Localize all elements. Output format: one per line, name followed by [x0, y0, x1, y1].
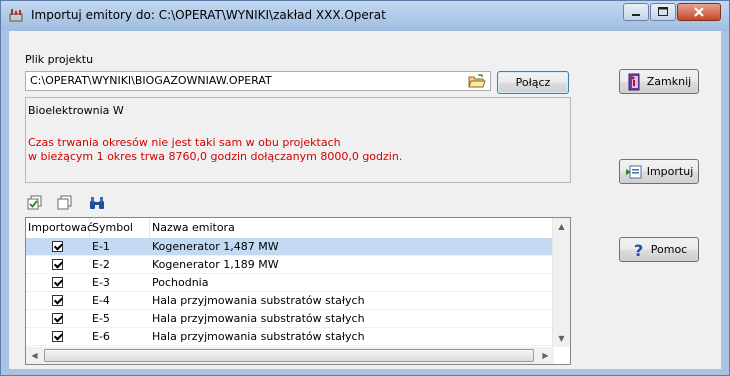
symbol-cell: E-4	[92, 294, 110, 307]
svg-text:?: ?	[634, 241, 643, 259]
horizontal-scroll-thumb[interactable]	[44, 349, 534, 362]
deselect-all-icon[interactable]	[57, 195, 73, 211]
scroll-left-arrow-icon[interactable]: ◀	[26, 347, 43, 364]
symbol-cell: E-5	[92, 312, 110, 325]
project-file-label: Plik projektu	[25, 53, 94, 66]
window-title: Importuj emitory do: C:\OPERAT\WYNIKI\za…	[31, 8, 386, 22]
symbol-cell: E-6	[92, 330, 110, 343]
scroll-down-arrow-icon[interactable]: ▼	[553, 330, 570, 347]
maximize-icon	[658, 7, 668, 16]
column-header-symbol[interactable]: Symbol	[90, 218, 150, 238]
import-checkbox[interactable]	[52, 331, 63, 342]
close-dialog-label: Zamknij	[646, 75, 692, 88]
table-row[interactable]: E-5 Hala przyjmowania substratów stałych	[26, 310, 554, 328]
import-icon	[625, 165, 642, 178]
warning-line-1: Czas trwania okresów nie jest taki sam w…	[28, 136, 341, 149]
symbol-cell: E-2	[92, 258, 110, 271]
name-cell: Kogenerator 1,487 MW	[152, 240, 279, 253]
import-checkbox[interactable]	[52, 277, 63, 288]
close-window-button[interactable]	[677, 3, 721, 21]
scroll-right-arrow-icon[interactable]: ▶	[537, 347, 554, 364]
help-button-label: Pomoc	[650, 243, 688, 256]
minimize-button[interactable]	[623, 3, 649, 21]
dialog-body: Plik projektu C:\OPERAT\WYNIKI\BIOGAZOWN…	[9, 31, 721, 369]
symbol-cell: E-3	[92, 276, 110, 289]
browse-folder-button[interactable]	[467, 73, 487, 89]
help-button[interactable]: ? Pomoc	[619, 237, 699, 262]
table-row[interactable]: E-2 Kogenerator 1,189 MW	[26, 256, 554, 274]
select-all-icon[interactable]	[27, 195, 43, 211]
connect-button[interactable]: Połącz	[497, 71, 569, 94]
import-checkbox[interactable]	[52, 259, 63, 270]
name-cell: Kogenerator 1,189 MW	[152, 258, 279, 271]
app-icon	[9, 9, 23, 22]
import-checkbox[interactable]	[52, 241, 63, 252]
symbol-cell: E-1	[92, 240, 110, 253]
horizontal-scrollbar[interactable]: ◀ ▶	[26, 347, 554, 364]
name-cell: Hala przyjmowania substratów stałych	[152, 312, 365, 325]
title-bar[interactable]: Importuj emitory do: C:\OPERAT\WYNIKI\za…	[1, 1, 729, 31]
table-row[interactable]: E-4 Hala przyjmowania substratów stałych	[26, 292, 554, 310]
vertical-scrollbar[interactable]: ▲ ▼	[552, 218, 570, 347]
import-checkbox[interactable]	[52, 295, 63, 306]
minimize-icon	[632, 14, 640, 16]
table-row[interactable]: E-1 Kogenerator 1,487 MW	[26, 238, 554, 256]
import-button[interactable]: Importuj	[619, 159, 699, 184]
info-panel: Bioelektrownia W Czas trwania okresów ni…	[25, 97, 571, 183]
table-row[interactable]: E-6 Hala przyjmowania substratów stałych	[26, 328, 554, 346]
project-name-text: Bioelektrownia W	[28, 104, 124, 117]
scroll-up-arrow-icon[interactable]: ▲	[553, 218, 570, 235]
help-question-icon: ?	[634, 241, 643, 259]
name-cell: Hala przyjmowania substratów stałych	[152, 294, 365, 307]
open-folder-icon	[468, 74, 486, 88]
name-cell: Hala przyjmowania substratów stałych	[152, 330, 365, 343]
warning-line-2: w bieżącym 1 okres trwa 8760,0 godzin do…	[28, 150, 403, 163]
column-header-import[interactable]: Importować	[26, 218, 93, 238]
import-button-label: Importuj	[646, 165, 694, 178]
close-dialog-button[interactable]: Zamknij	[619, 69, 699, 94]
project-path-field[interactable]: C:\OPERAT\WYNIKI\BIOGAZOWNIAW.OPERAT	[25, 71, 491, 91]
import-dialog-window: Importuj emitory do: C:\OPERAT\WYNIKI\za…	[0, 0, 730, 376]
close-icon	[694, 7, 704, 17]
column-header-name[interactable]: Nazwa emitora	[150, 218, 554, 238]
name-cell: Pochodnia	[152, 276, 209, 289]
connect-button-label: Połącz	[515, 76, 551, 89]
exit-door-icon	[628, 73, 640, 90]
table-header: Importować Symbol Nazwa emitora	[26, 218, 554, 239]
import-checkbox[interactable]	[52, 313, 63, 324]
binoculars-search-icon[interactable]	[89, 195, 105, 211]
emitters-table: Importować Symbol Nazwa emitora E-1 Koge…	[25, 217, 571, 365]
maximize-button[interactable]	[650, 3, 676, 21]
table-row[interactable]: E-3 Pochodnia	[26, 274, 554, 292]
